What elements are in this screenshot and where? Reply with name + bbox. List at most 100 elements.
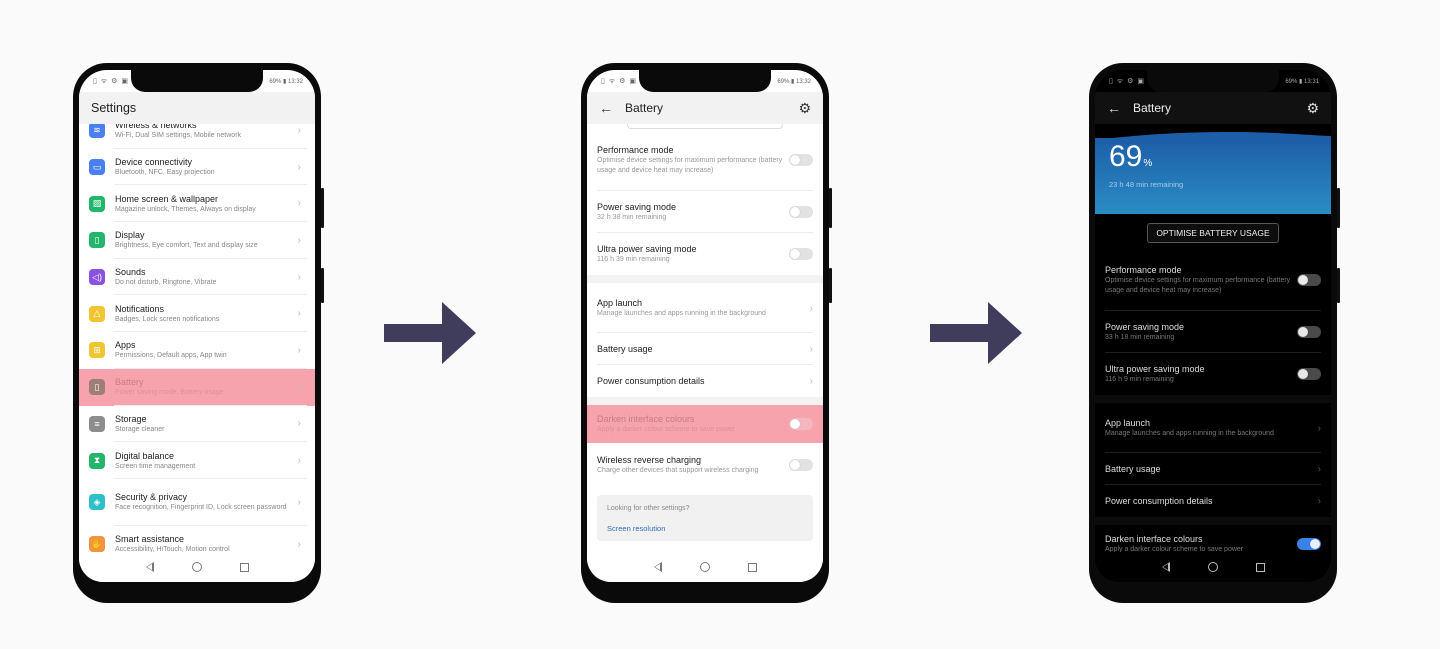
title-bar: Settings <box>79 92 315 124</box>
chevron-right-icon: › <box>297 124 301 136</box>
nav-back-icon[interactable] <box>1161 562 1170 572</box>
settings-item-text: Notifications Badges, Lock screen notific… <box>115 303 294 325</box>
link-row[interactable]: Power consumption details › <box>587 365 823 397</box>
volume-button <box>1337 188 1340 228</box>
settings-item-title: Battery <box>115 377 144 388</box>
page-title: Battery <box>1133 101 1172 115</box>
toggle-switch[interactable] <box>789 459 813 471</box>
nav-back-icon[interactable] <box>653 562 662 572</box>
link-row[interactable]: Power consumption details › <box>1095 485 1331 517</box>
battery-level-panel: 69% 23 h 48 min remaining <box>1095 132 1331 214</box>
phone-battery-light: ▯ ᯤ ⚙ ▣ ⇵ 69% ▮ 13:32 ← Battery ⚙ Perfor… <box>581 63 832 603</box>
nav-home-icon[interactable] <box>699 562 710 572</box>
nav-back-icon[interactable] <box>145 562 154 572</box>
settings-item[interactable]: ▨ Home screen & wallpaper Magazine unlock,… <box>79 185 315 222</box>
back-arrow-icon[interactable]: ← <box>1107 100 1133 116</box>
gear-icon[interactable]: ⚙ <box>1306 100 1319 117</box>
nav-home-icon[interactable] <box>191 562 202 572</box>
settings-item[interactable]: ⧗ Digital balance Screen time management › <box>79 442 315 479</box>
settings-item[interactable]: ≡ Storage Storage cleaner › <box>79 406 315 443</box>
notch <box>639 70 771 92</box>
sound-icon: ◁) <box>89 269 105 286</box>
toggle-row-title: Darken interface colours <box>1105 534 1203 544</box>
link-row-title: App launch <box>597 298 643 308</box>
toggle-row-subtitle: 33 h 18 min remaining <box>1105 334 1175 341</box>
chevron-right-icon: › <box>297 234 301 246</box>
toggle-switch[interactable] <box>789 248 813 260</box>
battery-percentage: 69% <box>1109 140 1152 174</box>
settings-item-text: Display Brightness, Eye comfort, Text and… <box>115 229 294 251</box>
nav-recent-icon[interactable] <box>747 562 757 572</box>
back-arrow-icon[interactable]: ← <box>599 100 625 116</box>
toggle-switch[interactable] <box>1297 274 1321 286</box>
chevron-right-icon: › <box>809 343 813 355</box>
toggle-switch[interactable] <box>1297 326 1321 338</box>
link-row[interactable]: Battery usage › <box>587 333 823 365</box>
power-button <box>1337 268 1340 303</box>
other-settings-question: Looking for other settings? <box>607 505 690 512</box>
battery-icon: ▯ <box>89 379 105 396</box>
settings-item[interactable]: ✋ Smart assistance Accessibility, HiTouch,… <box>79 526 315 552</box>
nav-recent-icon[interactable] <box>239 562 249 572</box>
settings-item[interactable]: ⊞ Apps Permissions, Default apps, App twin… <box>79 332 315 369</box>
page-title: Battery <box>625 101 664 115</box>
power-button <box>829 268 832 303</box>
toggle-row-subtitle: 32 h 38 min remaining <box>597 214 667 221</box>
toggle-switch[interactable] <box>1297 538 1321 550</box>
notch <box>1147 70 1279 92</box>
status-time: 13:32 <box>287 78 303 85</box>
toggle-row: Power saving mode 32 h 38 min remaining <box>587 191 823 233</box>
section-divider <box>587 275 823 283</box>
volume-button <box>829 188 832 228</box>
settings-item-title: Smart assistance <box>115 534 185 545</box>
settings-item-text: Battery Power saving mode, Battery usage <box>115 376 294 398</box>
nav-recent-icon[interactable] <box>1255 562 1265 572</box>
settings-item[interactable]: ≋ Wireless & networks Wi-Fi, Dual SIM sett… <box>79 122 315 149</box>
settings-item-title: Home screen & wallpaper <box>115 193 219 204</box>
toggle-row: Wireless reverse charging Charge other de… <box>587 443 823 487</box>
chevron-right-icon: › <box>297 271 301 283</box>
settings-item[interactable]: ◁) Sounds Do not disturb, Ringtone, Vibrat… <box>79 259 315 296</box>
settings-item[interactable]: ▭ Device connectivity Bluetooth, NFC, Easy… <box>79 149 315 186</box>
optimise-battery-button[interactable]: OPTIMISE BATTERY USAGE <box>1147 223 1279 243</box>
settings-list-inner: ≋ Wireless & networks Wi-Fi, Dual SIM sett… <box>79 122 315 552</box>
link-row[interactable]: App launch Manage launches and apps runni… <box>587 283 823 333</box>
chevron-right-icon: › <box>297 198 301 210</box>
status-time: 13:31 <box>1303 78 1319 85</box>
toggle-switch[interactable] <box>1297 368 1321 380</box>
settings-item-subtitle: Storage cleaner <box>115 425 165 433</box>
link-row[interactable]: App launch Manage launches and apps runni… <box>1095 403 1331 453</box>
nav-home-icon[interactable] <box>1207 562 1218 572</box>
settings-item[interactable]: ◈ Security & privacy Face recognition, Fin… <box>79 479 315 526</box>
settings-item[interactable]: ▯ Battery Power saving mode, Battery usage… <box>79 368 315 406</box>
toggle-row-title: Power saving mode <box>597 202 677 212</box>
link-row-title: Battery usage <box>1105 464 1161 474</box>
section-divider <box>1095 395 1331 403</box>
toggle-switch[interactable] <box>789 206 813 218</box>
link-row-text: App launch Manage launches and apps runni… <box>1105 417 1314 439</box>
screen-resolution-link[interactable]: Screen resolution <box>607 524 803 533</box>
other-settings-card: Looking for other settings? Screen resolu… <box>597 495 813 541</box>
settings-item[interactable]: △ Notifications Badges, Lock screen notifi… <box>79 295 315 332</box>
link-row[interactable]: Battery usage › <box>1095 453 1331 485</box>
bell-icon: △ <box>89 305 105 322</box>
battery-options: Performance mode Optimise device settings… <box>587 124 823 552</box>
chevron-right-icon: › <box>297 418 301 430</box>
settings-item-text: Smart assistance Accessibility, HiTouch, … <box>115 533 294 552</box>
battery-percent: 69% <box>1285 78 1298 85</box>
settings-item[interactable]: ▯ Display Brightness, Eye comfort, Text an… <box>79 222 315 259</box>
status-time: 13:32 <box>795 78 811 85</box>
power-button <box>321 268 324 303</box>
settings-item-subtitle: Badges, Lock screen notifications <box>115 315 220 323</box>
title-bar: ← Battery ⚙ <box>587 92 823 124</box>
toggle-switch[interactable] <box>789 418 813 430</box>
toggle-row-text: Ultra power saving mode 116 h 39 min rema… <box>597 243 783 265</box>
notch <box>131 70 263 92</box>
toggle-switch[interactable] <box>789 154 813 166</box>
toggle-row-title: Darken interface colours <box>597 414 695 424</box>
arrow-right-icon <box>384 302 476 364</box>
link-row-title: App launch <box>1105 418 1151 428</box>
chevron-right-icon: › <box>297 496 301 508</box>
settings-item-title: Device connectivity <box>115 157 193 168</box>
gear-icon[interactable]: ⚙ <box>798 100 811 117</box>
